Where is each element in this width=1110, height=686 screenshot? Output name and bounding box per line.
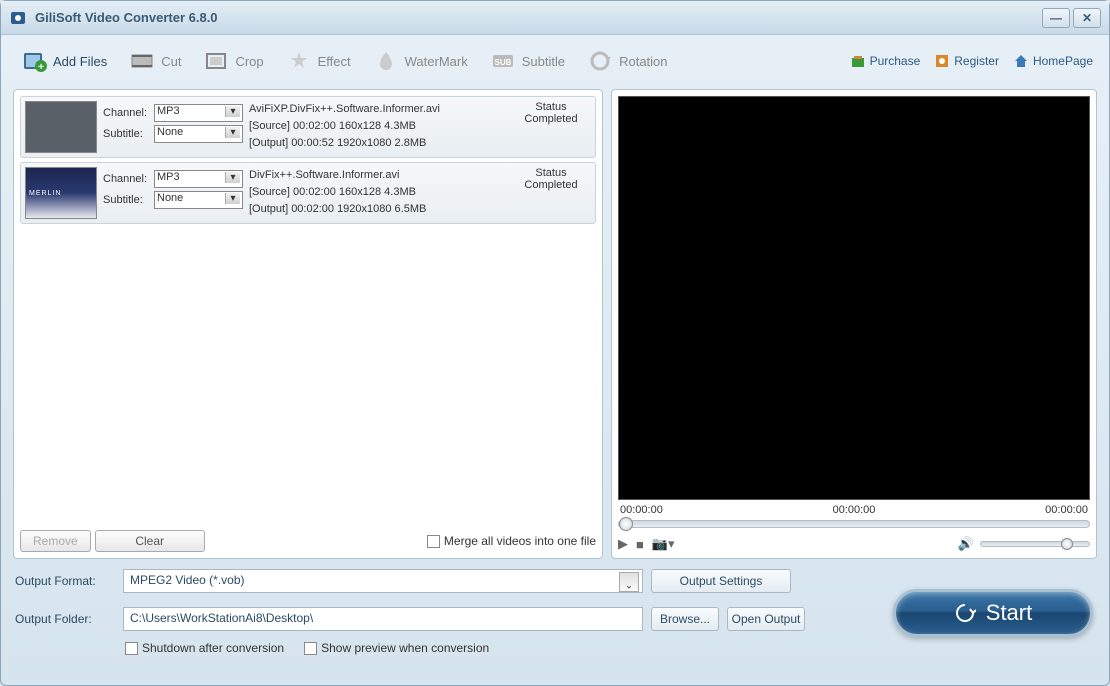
thumbnail bbox=[25, 101, 97, 153]
cut-button[interactable]: Cut bbox=[119, 44, 191, 78]
watermark-icon bbox=[373, 48, 399, 74]
subtitle-label: Subtitle: bbox=[103, 128, 151, 140]
homepage-link[interactable]: HomePage bbox=[1007, 51, 1099, 71]
purchase-link[interactable]: Purchase bbox=[844, 51, 927, 71]
browse-button[interactable]: Browse... bbox=[651, 607, 719, 631]
checkbox-icon bbox=[304, 642, 317, 655]
add-files-label: Add Files bbox=[53, 54, 107, 69]
file-item[interactable]: Channel: MP3 Subtitle: None AviFiXP.DivF… bbox=[20, 96, 596, 158]
output-folder-label: Output Folder: bbox=[15, 612, 115, 626]
register-label: Register bbox=[954, 54, 999, 68]
seek-slider[interactable] bbox=[618, 520, 1090, 528]
cut-icon bbox=[129, 48, 155, 74]
close-button[interactable]: ✕ bbox=[1073, 8, 1101, 28]
add-files-button[interactable]: + Add Files bbox=[11, 44, 117, 78]
subtitle-icon: SUB bbox=[490, 48, 516, 74]
time-current: 00:00:00 bbox=[833, 504, 876, 516]
file-info: AviFiXP.DivFix++.Software.Informer.avi [… bbox=[249, 101, 505, 153]
shutdown-label: Shutdown after conversion bbox=[142, 641, 284, 655]
toolbar: + Add Files Cut Crop Effect WaterMark SU… bbox=[1, 35, 1109, 83]
video-preview bbox=[618, 96, 1090, 500]
crop-icon bbox=[203, 48, 229, 74]
merge-label: Merge all videos into one file bbox=[444, 534, 596, 548]
preview-panel: 00:00:00 00:00:00 00:00:00 ▶ ■ 📷▾ 🔊 bbox=[611, 89, 1097, 559]
channel-label: Channel: bbox=[103, 107, 151, 119]
status-header: Status bbox=[511, 101, 591, 113]
register-link[interactable]: Register bbox=[928, 51, 1005, 71]
purchase-label: Purchase bbox=[870, 54, 921, 68]
title-bar: GiliSoft Video Converter 6.8.0 — ✕ bbox=[1, 1, 1109, 35]
remove-button[interactable]: Remove bbox=[20, 530, 91, 552]
rotation-label: Rotation bbox=[619, 54, 667, 69]
crop-button[interactable]: Crop bbox=[193, 44, 273, 78]
effect-icon bbox=[286, 48, 312, 74]
shutdown-checkbox[interactable]: Shutdown after conversion bbox=[125, 641, 284, 655]
add-files-icon: + bbox=[21, 48, 47, 74]
output-format-label: Output Format: bbox=[15, 574, 115, 588]
subtitle-button[interactable]: SUB Subtitle bbox=[480, 44, 575, 78]
rotation-button[interactable]: Rotation bbox=[577, 44, 677, 78]
rotation-icon bbox=[587, 48, 613, 74]
crop-label: Crop bbox=[235, 54, 263, 69]
channel-select[interactable]: MP3 bbox=[154, 104, 243, 122]
svg-text:+: + bbox=[38, 62, 44, 73]
file-info: DivFix++.Software.Informer.avi [Source] … bbox=[249, 167, 505, 219]
subtitle-select[interactable]: None bbox=[154, 191, 243, 209]
merge-checkbox[interactable]: Merge all videos into one file bbox=[427, 534, 596, 548]
show-preview-checkbox[interactable]: Show preview when conversion bbox=[304, 641, 489, 655]
show-preview-label: Show preview when conversion bbox=[321, 641, 489, 655]
effect-button[interactable]: Effect bbox=[276, 44, 361, 78]
watermark-button[interactable]: WaterMark bbox=[363, 44, 478, 78]
watermark-label: WaterMark bbox=[405, 54, 468, 69]
channel-label: Channel: bbox=[103, 173, 151, 185]
refresh-icon bbox=[954, 602, 976, 624]
snapshot-button[interactable]: 📷▾ bbox=[652, 536, 675, 552]
output-settings-button[interactable]: Output Settings bbox=[651, 569, 791, 593]
time-end: 00:00:00 bbox=[1045, 504, 1088, 516]
output-format-combo[interactable]: MPEG2 Video (*.vob) bbox=[123, 569, 643, 593]
status-value: Completed bbox=[511, 179, 591, 191]
subtitle-select[interactable]: None bbox=[154, 125, 243, 143]
thumbnail bbox=[25, 167, 97, 219]
start-label: Start bbox=[986, 600, 1032, 626]
channel-select[interactable]: MP3 bbox=[154, 170, 243, 188]
minimize-button[interactable]: — bbox=[1042, 8, 1070, 28]
checkbox-icon bbox=[427, 535, 440, 548]
start-button[interactable]: Start bbox=[893, 589, 1093, 637]
file-list-panel: Channel: MP3 Subtitle: None AviFiXP.DivF… bbox=[13, 89, 603, 559]
checkbox-icon bbox=[125, 642, 138, 655]
volume-icon[interactable]: 🔊 bbox=[958, 536, 974, 552]
homepage-label: HomePage bbox=[1033, 54, 1093, 68]
cut-label: Cut bbox=[161, 54, 181, 69]
play-button[interactable]: ▶ bbox=[618, 536, 628, 552]
status-header: Status bbox=[511, 167, 591, 179]
app-logo-icon bbox=[9, 9, 27, 27]
svg-text:SUB: SUB bbox=[494, 58, 511, 67]
open-output-button[interactable]: Open Output bbox=[727, 607, 805, 631]
register-icon bbox=[934, 53, 950, 69]
volume-slider[interactable] bbox=[980, 541, 1090, 547]
status-value: Completed bbox=[511, 113, 591, 125]
file-item[interactable]: Channel: MP3 Subtitle: None DivFix++.Sof… bbox=[20, 162, 596, 224]
subtitle-label: Subtitle: bbox=[103, 194, 151, 206]
subtitle-label: Subtitle bbox=[522, 54, 565, 69]
clear-button[interactable]: Clear bbox=[95, 530, 205, 552]
window-title: GiliSoft Video Converter 6.8.0 bbox=[35, 10, 1042, 25]
homepage-icon bbox=[1013, 53, 1029, 69]
effect-label: Effect bbox=[318, 54, 351, 69]
purchase-icon bbox=[850, 53, 866, 69]
stop-button[interactable]: ■ bbox=[636, 537, 644, 552]
time-start: 00:00:00 bbox=[620, 504, 663, 516]
output-folder-input[interactable]: C:\Users\WorkStationAi8\Desktop\ bbox=[123, 607, 643, 631]
